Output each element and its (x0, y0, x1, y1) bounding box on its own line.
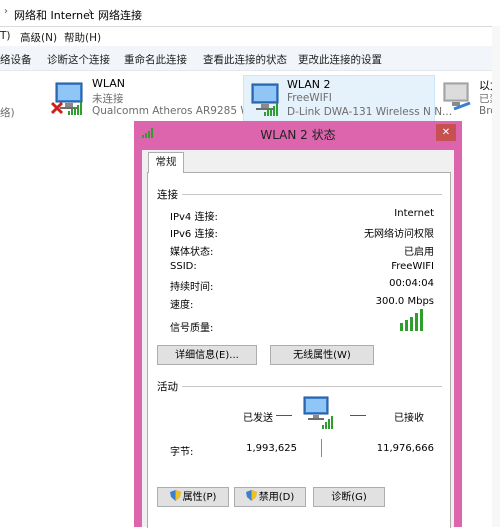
ipv6-value: 无网络访问权限 (364, 229, 434, 240)
adapter-device: D-Link DWA-131 Wireless N N... (287, 106, 453, 118)
disconnected-x-icon (50, 101, 64, 115)
sent-dash (276, 415, 292, 416)
group-divider (182, 386, 442, 387)
adapter-status: FreeWIFI (287, 92, 332, 104)
toolbar-disable-device[interactable]: 络设备 (0, 52, 32, 67)
adapter-device: Qualcomm Atheros AR9285 W... (92, 105, 260, 117)
ipv4-label: IPv4 连接: (170, 212, 218, 223)
toolbar-rename[interactable]: 重命名此连接 (124, 52, 187, 67)
dialog-title: WLAN 2 状态 (260, 128, 336, 142)
menu-item-advanced[interactable]: 高级(N) (20, 30, 57, 45)
diagnose-button[interactable]: 诊断(G) (313, 487, 385, 507)
ipv6-label: IPv6 连接: (170, 229, 218, 240)
wireless-properties-button[interactable]: 无线属性(W) (270, 345, 374, 365)
bytes-sent-value: 1,993,625 (246, 443, 297, 454)
adapter-name: WLAN 2 (287, 78, 331, 91)
received-label: 已接收 (394, 413, 424, 424)
tab-general[interactable]: 常规 (148, 152, 184, 173)
disable-button[interactable]: 禁用(D) (234, 487, 306, 507)
shield-icon (245, 490, 257, 501)
close-button[interactable]: ✕ (436, 124, 456, 141)
ssid-label: SSID: (170, 261, 197, 272)
media-state-label: 媒体状态: (170, 247, 214, 258)
disable-label: 禁用(D) (258, 492, 295, 503)
signal-bars-icon (264, 103, 278, 116)
media-state-value: 已启用 (404, 247, 434, 258)
speed-value: 300.0 Mbps (375, 296, 434, 307)
toolbar-diagnose[interactable]: 诊断这个连接 (47, 52, 110, 67)
adapter-status: 已禁用 (479, 93, 492, 105)
properties-button[interactable]: 属性(P) (157, 487, 229, 507)
duration-value: 00:04:04 (389, 278, 434, 289)
menu-bar: T) 高级(N) 帮助(H) (0, 27, 500, 45)
toolbar-change-settings[interactable]: 更改此连接的设置 (298, 52, 382, 67)
sent-label: 已发送 (243, 413, 273, 424)
group-divider (182, 194, 442, 195)
computer-activity-icon (303, 396, 333, 429)
adapter-status: 未连接 (92, 93, 124, 105)
activity-group-heading: 活动 (157, 381, 178, 393)
toolbar-view-status[interactable]: 查看此连接的状态 (203, 52, 287, 67)
menu-item-tools[interactable]: T) (0, 30, 11, 42)
breadcrumb-network-connections[interactable]: 网络连接 (98, 7, 142, 23)
adapter-name: WLAN (92, 77, 126, 90)
connection-group-heading: 连接 (157, 189, 178, 201)
ipv4-value: Internet (394, 208, 434, 219)
status-dialog: WLAN 2 状态 ✕ 常规 连接 IPv4 连接: Internet IPv6… (134, 121, 462, 528)
tab-page-general: 连接 IPv4 连接: Internet IPv6 连接: 无网络访问权限 媒体… (147, 172, 451, 528)
duration-label: 持续时间: (170, 282, 214, 293)
signal-bars-icon (68, 102, 82, 115)
shield-icon (169, 490, 181, 501)
adapter-device: Broa (479, 105, 492, 117)
address-bar[interactable]: › 网络和 Internet › 网络连接 (0, 0, 500, 27)
adapter-wlan[interactable]: WLAN 未连接 Qualcomm Atheros AR9285 W... (48, 75, 260, 121)
bytes-label: 字节: (170, 447, 194, 458)
properties-label: 属性(P) (182, 492, 217, 503)
speed-label: 速度: (170, 300, 194, 311)
ethernet-adapter-icon (443, 82, 471, 111)
adapter-device: 络) (0, 107, 15, 119)
breadcrumb-separator: › (4, 6, 8, 17)
menu-item-help[interactable]: 帮助(H) (64, 30, 101, 45)
adapter-wlan-2[interactable]: WLAN 2 FreeWIFI D-Link DWA-131 Wireless … (243, 75, 452, 123)
signal-quality-label: 信号质量: (170, 323, 214, 334)
bytes-received-value: 11,976,666 (376, 443, 434, 454)
dialog-body: 常规 连接 IPv4 连接: Internet IPv6 连接: 无网络访问权限… (142, 150, 454, 528)
vertical-scrollbar[interactable] (492, 26, 500, 527)
breadcrumb-separator: › (88, 6, 92, 17)
command-bar: 络设备 诊断这个连接 重命名此连接 查看此连接的状态 更改此连接的设置 (0, 46, 500, 71)
signal-quality-icon (400, 309, 423, 331)
adapter-partial[interactable]: 络) (0, 75, 40, 121)
bytes-divider (321, 439, 322, 457)
adapter-ethernet[interactable]: 以太网 已禁用 Broa (438, 75, 492, 121)
details-button[interactable]: 详细信息(E)... (157, 345, 257, 365)
received-dash (350, 415, 366, 416)
breadcrumb-network-internet[interactable]: 网络和 Internet (14, 7, 94, 23)
ssid-value: FreeWIFI (391, 261, 434, 272)
dialog-title-bar[interactable]: WLAN 2 状态 ✕ (134, 121, 462, 145)
